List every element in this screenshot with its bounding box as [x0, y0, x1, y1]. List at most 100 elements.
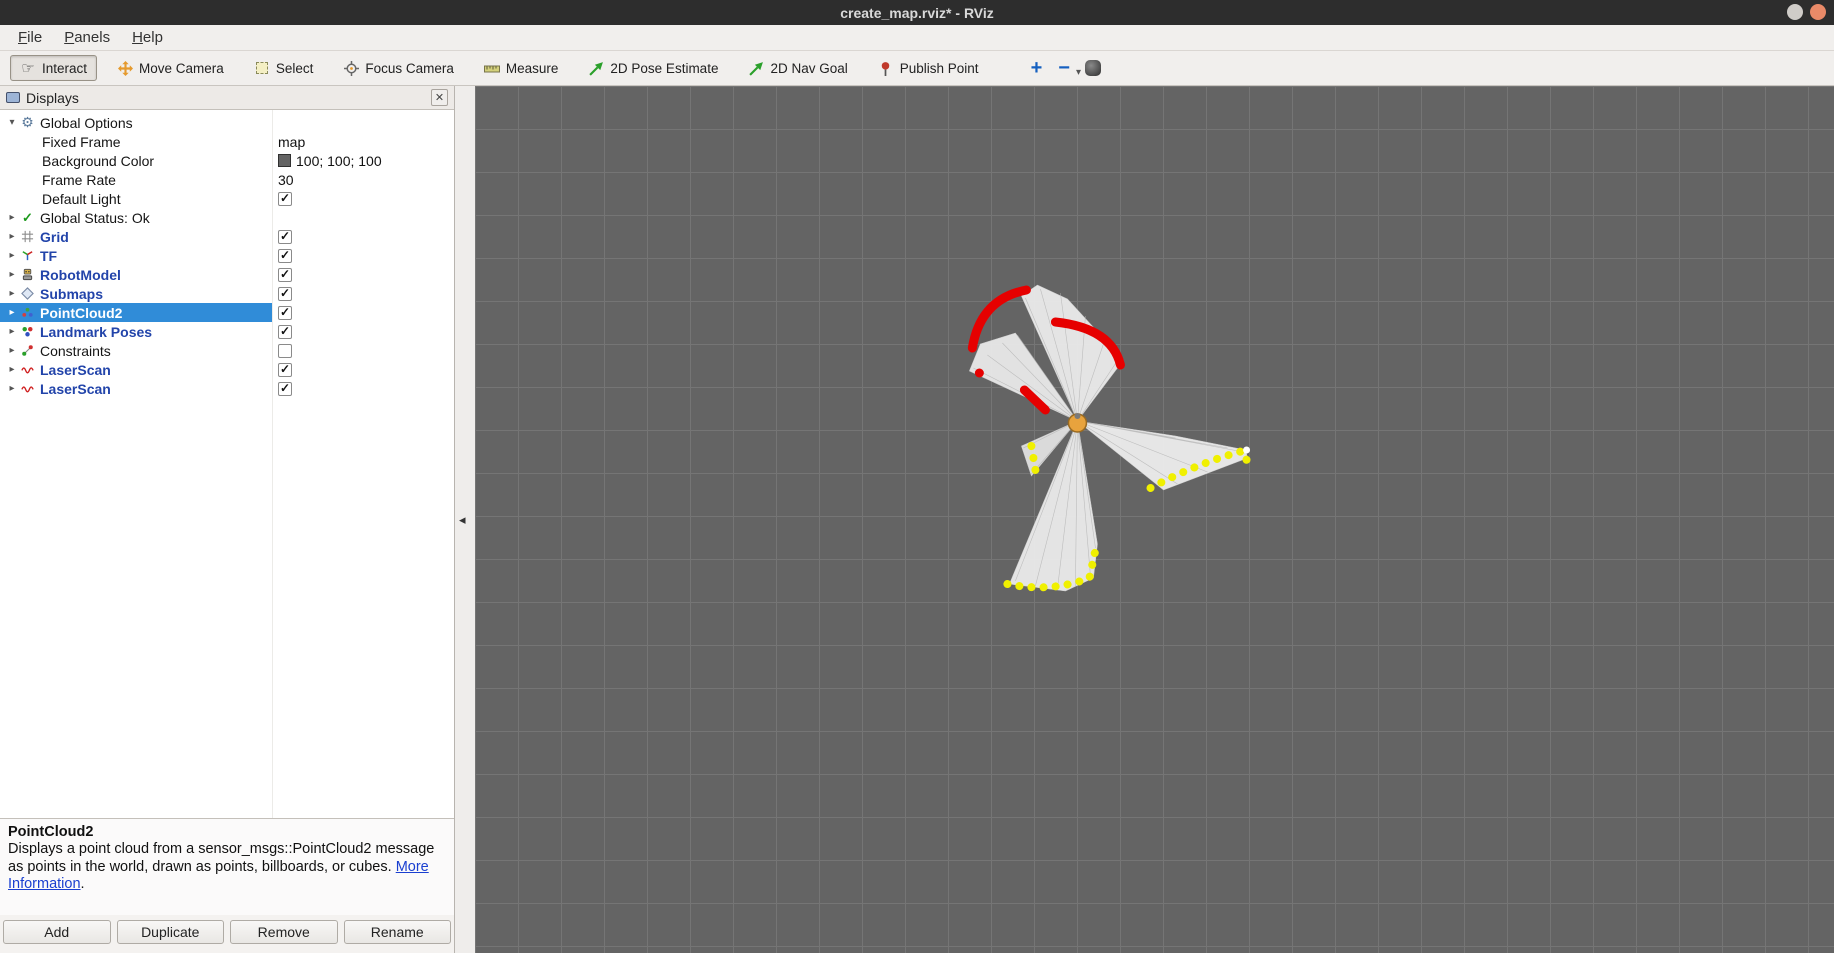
visibility-checkbox[interactable]: [278, 382, 292, 396]
visibility-checkbox[interactable]: [278, 230, 292, 244]
tool-measure[interactable]: Measure: [474, 55, 569, 81]
expander-icon[interactable]: ▾: [5, 117, 19, 128]
focus-camera-icon: [343, 60, 359, 76]
panel-splitter[interactable]: ◂: [455, 86, 475, 953]
expander-icon[interactable]: ▸: [5, 288, 19, 299]
tree-row-grid[interactable]: ▸ Grid: [0, 227, 454, 246]
visibility-checkbox[interactable]: [278, 192, 292, 206]
tree-row-fixed-frame[interactable]: Fixed Frame map: [0, 132, 454, 151]
expander-icon[interactable]: ▸: [5, 250, 19, 261]
add-button[interactable]: Add: [3, 920, 111, 944]
publish-point-icon: [878, 60, 894, 76]
robot-icon: [19, 268, 36, 281]
nav-goal-arrow-icon: [748, 60, 764, 76]
row-label: Constraints: [40, 343, 111, 359]
tool-move-camera[interactable]: Move Camera: [107, 55, 234, 81]
constraints-icon: [19, 344, 36, 357]
tree-row-frame-rate[interactable]: Frame Rate 30: [0, 170, 454, 189]
tool-label: Measure: [506, 61, 559, 76]
expander-icon[interactable]: ▸: [5, 212, 19, 223]
move-camera-icon: [117, 60, 133, 76]
expander-icon[interactable]: ▸: [5, 231, 19, 242]
window-minimize-button[interactable]: [1787, 4, 1803, 20]
displays-panel-title: Displays: [26, 90, 425, 106]
tool-focus-camera[interactable]: Focus Camera: [333, 55, 464, 81]
menu-help[interactable]: Help: [122, 27, 173, 48]
expander-icon[interactable]: ▸: [5, 345, 19, 356]
grid-icon: [19, 230, 36, 243]
tool-select[interactable]: Select: [244, 55, 324, 81]
row-label: Default Light: [42, 191, 121, 207]
tool-interact[interactable]: ☞ Interact: [10, 55, 97, 81]
tool-label: 2D Nav Goal: [770, 61, 847, 76]
tree-row-laserscan-2[interactable]: ▸ LaserScan: [0, 379, 454, 398]
tree-row-constraints[interactable]: ▸ Constraints: [0, 341, 454, 360]
panel-collapse-handle[interactable]: ◂: [459, 512, 466, 528]
laserscan-icon: [19, 363, 36, 376]
tool-publish-point[interactable]: Publish Point: [868, 55, 989, 81]
titlebar[interactable]: create_map.rviz* - RViz: [0, 0, 1834, 25]
tree-row-robotmodel[interactable]: ▸ RobotModel: [0, 265, 454, 284]
toolbar: ☞ Interact Move Camera Select Focus Came…: [0, 51, 1834, 86]
menu-panels[interactable]: Panels: [54, 27, 120, 48]
visibility-checkbox[interactable]: [278, 268, 292, 282]
tool-2d-pose-estimate[interactable]: 2D Pose Estimate: [578, 55, 728, 81]
status-check-icon: ✓: [19, 210, 36, 226]
remove-button[interactable]: Remove: [230, 920, 338, 944]
background-color-value[interactable]: 100; 100; 100: [278, 153, 382, 169]
tree-row-submaps[interactable]: ▸ Submaps: [0, 284, 454, 303]
visibility-checkbox[interactable]: [278, 287, 292, 301]
measure-icon: [484, 60, 500, 76]
visibility-checkbox[interactable]: [278, 363, 292, 377]
color-swatch: [278, 154, 291, 167]
window-close-button[interactable]: [1810, 4, 1826, 20]
frame-rate-value[interactable]: 30: [278, 172, 294, 188]
row-label: LaserScan: [40, 381, 111, 397]
window-controls: [1787, 4, 1826, 20]
chevron-down-icon: ▾: [1076, 67, 1081, 78]
submaps-icon: [19, 287, 36, 300]
tool-2d-nav-goal[interactable]: 2D Nav Goal: [738, 55, 857, 81]
3d-viewport[interactable]: [475, 86, 1834, 953]
menu-file[interactable]: File: [8, 27, 52, 48]
tree-row-pointcloud2[interactable]: ▸ PointCloud2: [0, 303, 454, 322]
row-label: Fixed Frame: [42, 134, 121, 150]
row-label: Grid: [40, 229, 69, 245]
laserscan-red-dot: [975, 369, 984, 378]
expander-icon[interactable]: ▸: [5, 269, 19, 280]
duplicate-button[interactable]: Duplicate: [117, 920, 225, 944]
tree-row-global-status[interactable]: ▸ ✓ Global Status: Ok: [0, 208, 454, 227]
tree-row-background-color[interactable]: Background Color 100; 100; 100: [0, 151, 454, 170]
tool-properties-icon[interactable]: [1085, 60, 1101, 76]
close-panel-button[interactable]: ✕: [431, 89, 448, 106]
map-visualization: [475, 86, 1834, 953]
visibility-checkbox[interactable]: [278, 306, 292, 320]
expander-icon[interactable]: ▸: [5, 326, 19, 337]
fixed-frame-value[interactable]: map: [278, 134, 305, 150]
displays-panel-header[interactable]: Displays ✕: [0, 86, 454, 109]
tree-row-default-light[interactable]: Default Light: [0, 189, 454, 208]
visibility-checkbox[interactable]: [278, 344, 292, 358]
tree-row-laserscan-1[interactable]: ▸ LaserScan: [0, 360, 454, 379]
displays-panel: Displays ✕ ▾ ⚙ Global Options Fixed Fram…: [0, 86, 455, 953]
row-label: LaserScan: [40, 362, 111, 378]
expander-icon[interactable]: ▸: [5, 307, 19, 318]
row-label: PointCloud2: [40, 305, 122, 321]
expander-icon[interactable]: ▸: [5, 383, 19, 394]
rviz-window: create_map.rviz* - RViz File Panels Help…: [0, 0, 1834, 953]
row-label: TF: [40, 248, 57, 264]
visibility-checkbox[interactable]: [278, 249, 292, 263]
row-label: Global Options: [40, 115, 133, 131]
tool-label: Select: [276, 61, 314, 76]
visibility-checkbox[interactable]: [278, 325, 292, 339]
color-value-text: 100; 100; 100: [296, 153, 382, 169]
rename-button[interactable]: Rename: [344, 920, 452, 944]
tree-row-tf[interactable]: ▸ TF: [0, 246, 454, 265]
expander-icon[interactable]: ▸: [5, 364, 19, 375]
remove-tool-button[interactable]: −: [1052, 57, 1076, 80]
tree-row-global-options[interactable]: ▾ ⚙ Global Options: [0, 113, 454, 132]
add-tool-button[interactable]: +: [1025, 57, 1049, 80]
tool-label: 2D Pose Estimate: [610, 61, 718, 76]
laserscan-icon: [19, 382, 36, 395]
tree-row-landmark-poses[interactable]: ▸ Landmark Poses: [0, 322, 454, 341]
